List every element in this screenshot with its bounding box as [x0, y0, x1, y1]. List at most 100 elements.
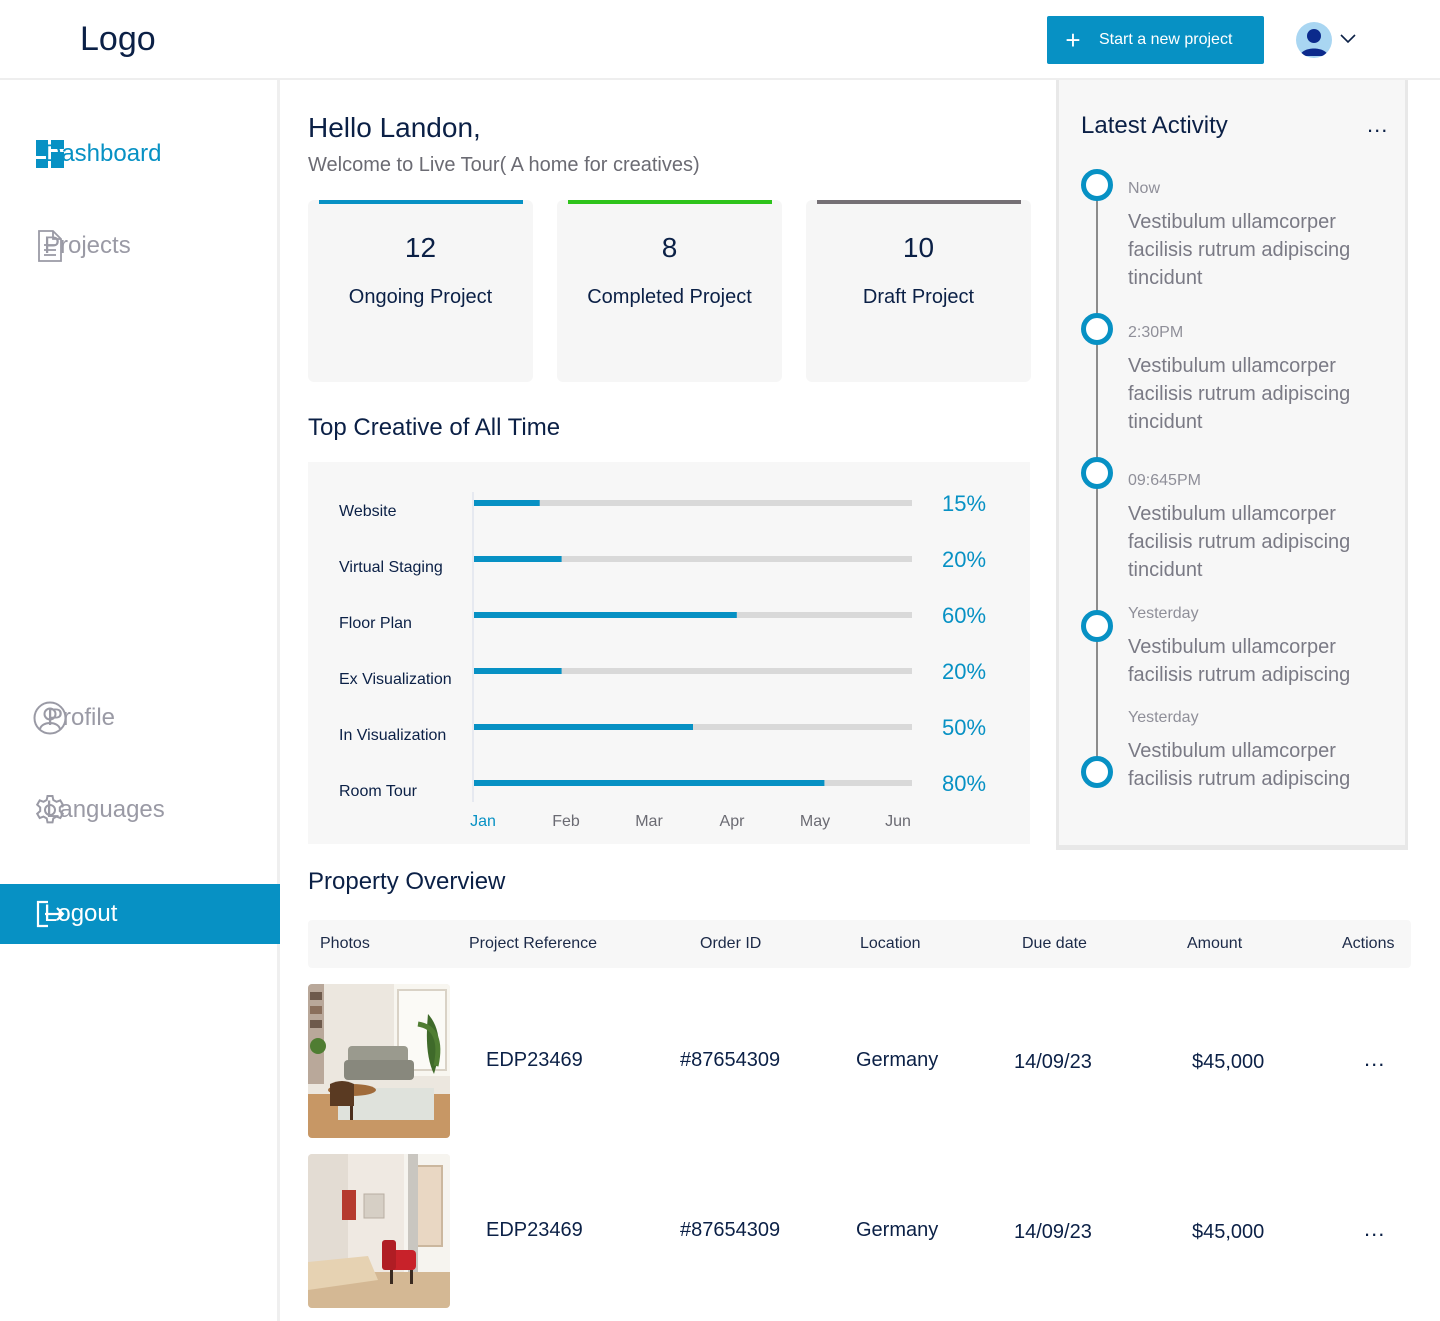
column-header: Project Reference	[469, 935, 598, 952]
bar-track	[474, 500, 912, 506]
column-header: Location	[860, 935, 921, 952]
x-tick-label: Apr	[720, 813, 746, 830]
category-label: Floor Plan	[339, 615, 412, 632]
activity-text: Vestibulum ullamcorper facilisis rutrum …	[1128, 211, 1351, 289]
plus-icon: +	[1065, 25, 1081, 55]
bar-chart: Website 15% Virtual Staging 20% Floor Plan 60…	[339, 491, 986, 830]
latest-activity-panel: Latest Activity ... Now Vestibulum ullam…	[1056, 80, 1408, 850]
order-id: #87654309	[680, 1219, 781, 1241]
project-reference: EDP23469	[486, 1049, 583, 1071]
property-photo[interactable]	[308, 984, 450, 1138]
x-tick-label: Jan	[470, 813, 496, 830]
sidebar-item-logout[interactable]: Logout	[0, 884, 280, 944]
category-label: In Visualization	[339, 727, 446, 744]
user-icon	[1300, 29, 1328, 56]
stat-card-completed[interactable]: 8 Completed Project	[557, 200, 782, 382]
stat-label: Ongoing Project	[348, 286, 493, 308]
x-tick-label: Jun	[885, 813, 911, 830]
activity-time: Yesterday	[1128, 709, 1199, 726]
row-actions-icon[interactable]: ...	[1364, 1216, 1385, 1242]
more-options-icon[interactable]: ...	[1367, 112, 1388, 138]
location: Germany	[856, 1219, 939, 1241]
activity-text: Vestibulum ullamcorper facilisis rutrum …	[1128, 636, 1351, 686]
greeting-title: Hello Landon,	[308, 112, 481, 143]
table-header: Photos Project Reference Order ID Locati…	[308, 920, 1411, 968]
column-header: Photos	[320, 935, 370, 952]
category-label: Room Tour	[339, 783, 418, 800]
sidebar-item-label: Profile	[47, 704, 116, 731]
bar	[474, 668, 562, 674]
greeting-subtitle: Welcome to Live Tour( A home for creativ…	[308, 154, 700, 176]
sidebar-item-label: Projects	[44, 232, 131, 259]
category-label: Virtual Staging	[339, 559, 443, 576]
start-new-project-label: Start a new project	[1099, 31, 1233, 48]
stat-card-ongoing[interactable]: 12 Ongoing Project	[308, 200, 533, 382]
stat-accent-bar	[568, 200, 772, 204]
bar	[474, 556, 562, 562]
sidebar-item-label: Logout	[44, 900, 118, 927]
category-label: Website	[339, 503, 397, 520]
value-label: 50%	[942, 715, 986, 740]
sidebar-item-languages[interactable]: Languages	[0, 780, 280, 840]
sidebar-item-label: Languages	[46, 796, 165, 823]
chevron-down-icon[interactable]	[1338, 28, 1358, 48]
stat-accent-bar	[817, 200, 1021, 204]
living-room-photo	[308, 984, 450, 1138]
timeline-dot	[1081, 169, 1113, 201]
stat-value: 12	[404, 232, 437, 263]
column-header: Due date	[1022, 935, 1087, 952]
activity-text: Vestibulum ullamcorper facilisis rutrum …	[1128, 503, 1351, 581]
value-label: 80%	[942, 771, 986, 796]
stat-label: Completed Project	[587, 286, 752, 308]
stat-value: 8	[661, 232, 678, 263]
x-tick-label: Feb	[552, 813, 580, 830]
timeline-dot	[1081, 756, 1113, 788]
sidebar-item-label: Dashboard	[44, 140, 162, 167]
x-tick-label: Mar	[635, 813, 663, 830]
value-label: 15%	[942, 491, 986, 516]
sidebar: Dashboard Projects Profile Languages Log…	[0, 80, 280, 1321]
due-date: 14/09/23	[1014, 1221, 1092, 1243]
value-label: 20%	[942, 547, 986, 572]
property-photo[interactable]	[308, 1154, 450, 1308]
value-label: 60%	[942, 603, 986, 628]
project-reference: EDP23469	[486, 1219, 583, 1241]
overview-title: Property Overview	[308, 868, 506, 895]
activity-text: Vestibulum ullamcorper facilisis rutrum …	[1128, 355, 1351, 433]
location: Germany	[856, 1049, 939, 1071]
sidebar-item-projects[interactable]: Projects	[0, 216, 280, 276]
top-creative-chart: Website 15% Virtual Staging 20% Floor Plan 60…	[308, 462, 1030, 844]
category-label: Ex Visualization	[339, 671, 452, 688]
bar	[474, 780, 825, 786]
stat-card-draft[interactable]: 10 Draft Project	[806, 200, 1031, 382]
order-id: #87654309	[680, 1049, 781, 1071]
bar	[474, 612, 737, 618]
chart-section-title: Top Creative of All Time	[308, 414, 561, 441]
logo[interactable]: Logo	[80, 20, 156, 59]
activity-time: 09:645PM	[1128, 472, 1201, 489]
bar	[474, 724, 693, 730]
stat-value: 10	[902, 232, 935, 263]
amount: $45,000	[1192, 1221, 1265, 1243]
bar	[474, 500, 540, 506]
timeline-dot	[1081, 457, 1113, 489]
amount: $45,000	[1192, 1051, 1265, 1073]
sidebar-item-profile[interactable]: Profile	[0, 688, 280, 748]
activity-time: Now	[1128, 180, 1161, 197]
avatar[interactable]	[1296, 22, 1332, 58]
column-header: Actions	[1342, 935, 1395, 952]
interior-room-photo	[308, 1154, 450, 1308]
stat-accent-bar	[319, 200, 523, 204]
row-actions-icon[interactable]: ...	[1364, 1046, 1385, 1072]
timeline-dot	[1081, 313, 1113, 345]
x-tick-label: May	[800, 813, 830, 830]
timeline-dot	[1081, 610, 1113, 642]
start-new-project-button[interactable]: + Start a new project	[1047, 16, 1264, 64]
sidebar-item-dashboard[interactable]: Dashboard	[0, 124, 280, 184]
column-header: Order ID	[700, 935, 762, 952]
column-header: Amount	[1187, 935, 1243, 952]
activity-text: Vestibulum ullamcorper facilisis rutrum …	[1128, 740, 1351, 790]
activity-time: Yesterday	[1128, 605, 1199, 622]
value-label: 20%	[942, 659, 986, 684]
due-date: 14/09/23	[1014, 1051, 1092, 1073]
